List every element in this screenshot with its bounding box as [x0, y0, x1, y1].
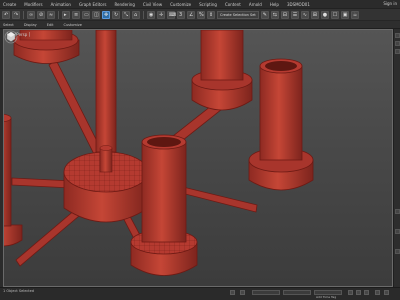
menu-animation[interactable]: Animation: [51, 2, 71, 7]
spinner-snap-icon[interactable]: ⇕: [207, 10, 215, 19]
select-by-name-icon[interactable]: ≡: [72, 10, 80, 19]
menu-customize[interactable]: Customize: [170, 2, 191, 7]
next-frame-icon[interactable]: [364, 290, 369, 295]
play-icon[interactable]: [356, 290, 361, 295]
menu-rendering[interactable]: Rendering: [114, 2, 134, 7]
select-and-place-icon[interactable]: ⌂: [132, 10, 140, 19]
toolbar-divider: [23, 10, 24, 19]
layer-explorer-icon[interactable]: ☰: [290, 10, 299, 19]
edit-named-sets-icon[interactable]: ✎: [260, 10, 269, 19]
select-object-icon[interactable]: ▸: [62, 10, 70, 19]
snaps-toggle-icon[interactable]: 3: [177, 10, 185, 19]
hierarchy-panel-icon[interactable]: [395, 49, 400, 54]
viewport-scene: [4, 30, 314, 276]
undo-icon[interactable]: ↶: [2, 10, 10, 19]
menu-3dsmod[interactable]: 3DSMOD01: [287, 2, 310, 7]
modify-panel-icon[interactable]: [395, 41, 400, 46]
create-panel-icon[interactable]: [395, 33, 400, 38]
isolate-selection-icon[interactable]: [230, 290, 235, 295]
menu-content[interactable]: Content: [225, 2, 241, 7]
ribbon-bar: Select Display Edit Customize: [0, 21, 400, 29]
ribbon-tab-customize[interactable]: Customize: [64, 23, 82, 27]
menu-help[interactable]: Help: [270, 2, 279, 7]
window-crossing-icon[interactable]: ◫: [92, 10, 100, 19]
menu-modifiers[interactable]: Modifiers: [24, 2, 42, 7]
status-bar: 1 Object Selected: [0, 287, 400, 300]
ribbon-tab-display[interactable]: Display: [24, 23, 37, 27]
selection-lock-icon[interactable]: [240, 290, 245, 295]
angle-snap-icon[interactable]: ∠: [187, 10, 195, 19]
menu-bar: Create Modifiers Animation Graph Editors…: [0, 0, 400, 9]
bind-space-warp-icon[interactable]: ≈: [47, 10, 55, 19]
menu-civil-view[interactable]: Civil View: [143, 2, 162, 7]
redo-icon[interactable]: ↷: [12, 10, 20, 19]
pivot-center-icon[interactable]: ◉: [147, 10, 155, 19]
percent-snap-icon[interactable]: %: [197, 10, 205, 19]
menu-create[interactable]: Create: [3, 2, 16, 7]
select-and-move-icon[interactable]: ✥: [102, 10, 110, 19]
rectangular-selection-icon[interactable]: ▭: [82, 10, 90, 19]
perspective-viewport[interactable]: [+] [Persp ]: [3, 29, 393, 287]
render-setup-icon[interactable]: ☐: [330, 10, 339, 19]
command-panel-strip: [393, 29, 400, 287]
curve-editor-icon[interactable]: ∿: [300, 10, 309, 19]
auto-key-icon[interactable]: [348, 290, 353, 295]
link-icon[interactable]: ∞: [27, 10, 35, 19]
select-and-scale-icon[interactable]: ⤡: [122, 10, 130, 19]
add-time-tag-button[interactable]: Add Time Tag: [316, 295, 336, 299]
candle-right: [248, 58, 314, 191]
zoom-extents-icon[interactable]: [375, 290, 380, 295]
menu-arnold[interactable]: Arnold: [249, 2, 262, 7]
arm-left: [11, 177, 73, 189]
toolbar-divider: [143, 10, 144, 19]
select-and-rotate-icon[interactable]: ↻: [112, 10, 120, 19]
mirror-icon[interactable]: ⇆: [270, 10, 279, 19]
align-icon[interactable]: ⊟: [280, 10, 289, 19]
material-editor-icon[interactable]: ●: [320, 10, 329, 19]
ribbon-tab-edit[interactable]: Edit: [47, 23, 54, 27]
x-coordinate-field[interactable]: [252, 290, 280, 295]
menu-scripting[interactable]: Scripting: [199, 2, 217, 7]
selection-set-dropdown[interactable]: Create Selection Set: [217, 10, 259, 19]
schematic-view-icon[interactable]: ⊞: [310, 10, 319, 19]
utilities-panel-icon[interactable]: [395, 249, 400, 254]
menu-graph-editors[interactable]: Graph Editors: [79, 2, 106, 7]
candle-cup-top-center: [191, 30, 253, 111]
viewcube-icon[interactable]: [4, 30, 18, 44]
render-icon[interactable]: ☕: [350, 10, 359, 19]
motion-panel-icon[interactable]: [395, 209, 400, 214]
main-toolbar: ↶ ↷ ∞ ⊘ ≈ ▸ ≡ ▭ ◫ ✥ ↻ ⤡ ⌂ ◉ ✛ ⌨ 3 ∠ % ⇕ …: [0, 9, 400, 21]
central-stem: [95, 30, 117, 153]
unlink-icon[interactable]: ⊘: [37, 10, 45, 19]
selection-status: 1 Object Selected: [3, 289, 35, 293]
render-frame-icon[interactable]: ▣: [340, 10, 349, 19]
keyboard-shortcut-icon[interactable]: ⌨: [167, 10, 176, 19]
manipulate-icon[interactable]: ✛: [157, 10, 165, 19]
y-coordinate-field[interactable]: [283, 290, 311, 295]
display-panel-icon[interactable]: [395, 229, 400, 234]
ribbon-tab-select[interactable]: Select: [3, 23, 14, 27]
sign-in-button[interactable]: Sign in: [383, 1, 397, 6]
toolbar-divider: [58, 10, 59, 19]
orbit-icon[interactable]: [384, 290, 389, 295]
central-hub: [63, 145, 149, 223]
